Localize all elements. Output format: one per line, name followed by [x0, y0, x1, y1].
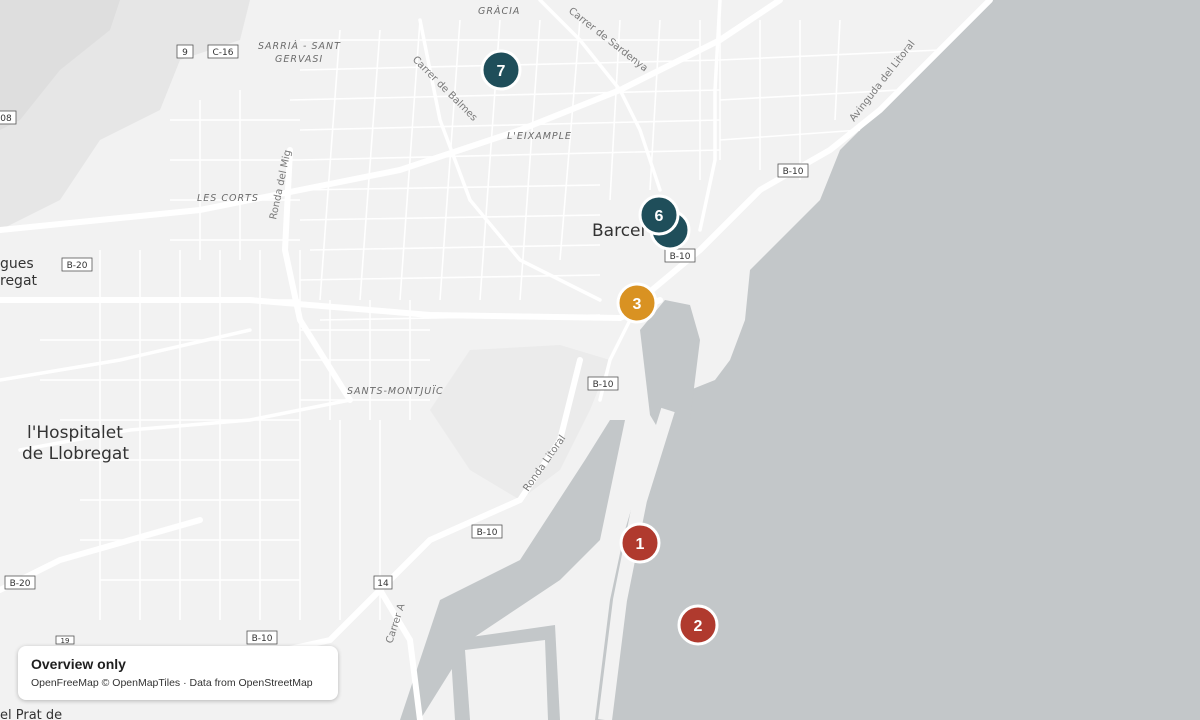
road-shield: B-10	[246, 630, 278, 645]
svg-text:B-10: B-10	[477, 528, 498, 538]
map-marker-6[interactable]: 6	[638, 194, 680, 236]
road-shield: 9	[176, 44, 194, 59]
district-label-eixample: L'EIXAMPLE	[507, 131, 572, 142]
road-shield: 19	[55, 635, 75, 645]
svg-text:19: 19	[61, 637, 70, 645]
city-label-barcelona: Barcel	[592, 221, 645, 241]
city-label-fragment: regat	[0, 273, 38, 289]
city-label-llobregat: de Llobregat	[22, 444, 129, 464]
svg-text:B-10: B-10	[783, 167, 804, 177]
svg-text:B-10: B-10	[252, 634, 273, 644]
attribution-text: OpenFreeMap © OpenMapTiles · Data from O…	[31, 677, 313, 689]
svg-text:6: 6	[655, 208, 664, 225]
svg-text:1: 1	[636, 536, 645, 553]
port-dock	[465, 640, 548, 720]
road-shield: 08	[0, 110, 17, 125]
svg-text:08: 08	[0, 114, 12, 124]
city-label-fragment: gues	[0, 256, 34, 272]
city-label-hospitalet: l'Hospitalet	[27, 423, 123, 443]
district-label-gracia: GRÀCIA	[478, 5, 520, 17]
map-marker-7[interactable]: 7	[480, 49, 522, 91]
road-shield: B-20	[4, 575, 36, 590]
road-shield: B-10	[777, 163, 809, 178]
road-shield: B-10	[587, 376, 619, 391]
svg-text:9: 9	[182, 48, 188, 58]
attribution-title: Overview only	[31, 656, 126, 672]
svg-text:B-10: B-10	[670, 252, 691, 262]
city-label-el-prat: el Prat de	[0, 708, 62, 720]
district-label-sarria: SARRIÀ - SANT	[258, 40, 341, 52]
svg-text:2: 2	[694, 618, 703, 635]
road-shield: B-10	[664, 248, 696, 263]
road-shield: B-10	[471, 524, 503, 539]
svg-text:B-10: B-10	[593, 380, 614, 390]
map-marker-2[interactable]: 2	[677, 604, 719, 646]
svg-text:C-16: C-16	[213, 48, 234, 58]
svg-text:14: 14	[377, 579, 389, 589]
svg-text:B-20: B-20	[10, 579, 31, 589]
svg-text:B-20: B-20	[67, 261, 88, 271]
svg-text:7: 7	[497, 63, 506, 80]
map-marker-1[interactable]: 1	[619, 522, 661, 564]
district-label-gervasi: GERVASI	[275, 54, 323, 65]
road-shield: C-16	[207, 44, 239, 59]
map-marker-3[interactable]: 3	[616, 282, 658, 324]
svg-text:3: 3	[633, 296, 642, 313]
attribution-card: Overview only OpenFreeMap © OpenMapTiles…	[18, 646, 338, 700]
map-canvas[interactable]: GRÀCIA SARRIÀ - SANT GERVASI L'EIXAMPLE …	[0, 0, 1200, 720]
district-label-les-corts: LES CORTS	[197, 193, 259, 204]
road-shield: 14	[373, 575, 393, 590]
district-label-sants-montjuic: SANTS-MONTJUÏC	[347, 386, 444, 397]
road-shield: B-20	[61, 257, 93, 272]
